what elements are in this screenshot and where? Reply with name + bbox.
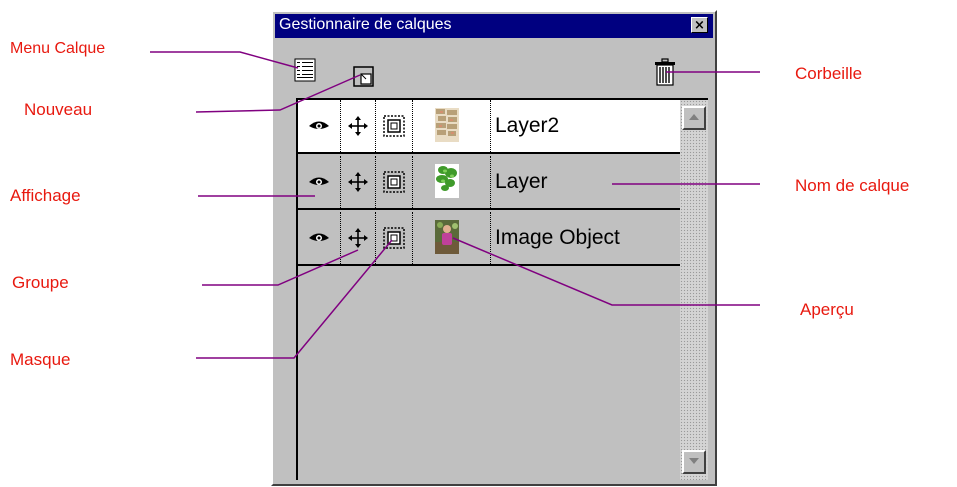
layer-manager-panel: Gestionnaire de calques × Layer2 Layer I…	[271, 10, 717, 486]
layer-preview	[413, 100, 491, 152]
layer-list[interactable]: Layer2 Layer Image Object	[296, 98, 708, 480]
callout-groupe: Groupe	[12, 273, 69, 292]
trash-icon	[655, 58, 675, 86]
layer-name: Layer2	[495, 114, 560, 137]
layer-row[interactable]: Image Object	[298, 212, 680, 266]
layer-name: Image Object	[495, 226, 620, 249]
panel-title: Gestionnaire de calques	[279, 16, 452, 33]
mask-icon	[383, 227, 405, 249]
photo-thumbnail	[435, 220, 459, 254]
group-link-toggle[interactable]	[341, 156, 376, 208]
layer-row[interactable]: Layer2	[298, 100, 680, 154]
move-arrows-icon	[348, 116, 368, 136]
layer-preview	[413, 212, 491, 264]
callout-affichage: Affichage	[10, 186, 81, 205]
close-button[interactable]: ×	[691, 17, 708, 33]
mask-icon	[383, 171, 405, 193]
group-link-toggle[interactable]	[341, 100, 376, 152]
layer-menu-icon	[294, 58, 316, 82]
visibility-toggle[interactable]	[298, 100, 341, 152]
move-arrows-icon	[348, 228, 368, 248]
callout-apercu: Aperçu	[800, 300, 854, 319]
scroll-down-button[interactable]	[682, 450, 706, 474]
brick-texture-thumbnail	[435, 108, 459, 142]
arrow-down-icon	[689, 458, 699, 464]
eye-icon	[309, 177, 329, 185]
layer-name-cell[interactable]: Layer	[491, 156, 680, 208]
layer-name: Layer	[495, 170, 548, 193]
visibility-toggle[interactable]	[298, 156, 341, 208]
callout-nom-de-calque: Nom de calque	[795, 176, 910, 195]
vertical-scrollbar[interactable]	[680, 100, 708, 480]
layer-row[interactable]: Layer	[298, 156, 680, 210]
eye-icon	[309, 233, 329, 241]
callout-masque: Masque	[10, 350, 71, 369]
scroll-up-button[interactable]	[682, 106, 706, 130]
mask-toggle[interactable]	[376, 100, 413, 152]
new-layer-button[interactable]	[353, 66, 375, 88]
eye-icon	[309, 121, 329, 129]
move-arrows-icon	[348, 172, 368, 192]
trash-button[interactable]	[653, 58, 677, 86]
arrow-up-icon	[689, 114, 699, 120]
mask-toggle[interactable]	[376, 212, 413, 264]
layer-preview	[413, 156, 491, 208]
layer-menu-button[interactable]	[294, 58, 316, 82]
new-layer-icon	[353, 66, 374, 87]
layer-name-cell[interactable]: Image Object	[491, 212, 680, 264]
callout-nouveau: Nouveau	[24, 100, 93, 119]
visibility-toggle[interactable]	[298, 212, 341, 264]
callout-corbeille: Corbeille	[795, 64, 863, 83]
layer-name-cell[interactable]: Layer2	[491, 100, 680, 152]
mask-toggle[interactable]	[376, 156, 413, 208]
group-link-toggle[interactable]	[341, 212, 376, 264]
mask-icon	[383, 115, 405, 137]
title-bar[interactable]: Gestionnaire de calques ×	[275, 14, 713, 38]
green-leaves-thumbnail	[435, 164, 459, 198]
callout-menu-calque: Menu Calque	[10, 40, 106, 57]
